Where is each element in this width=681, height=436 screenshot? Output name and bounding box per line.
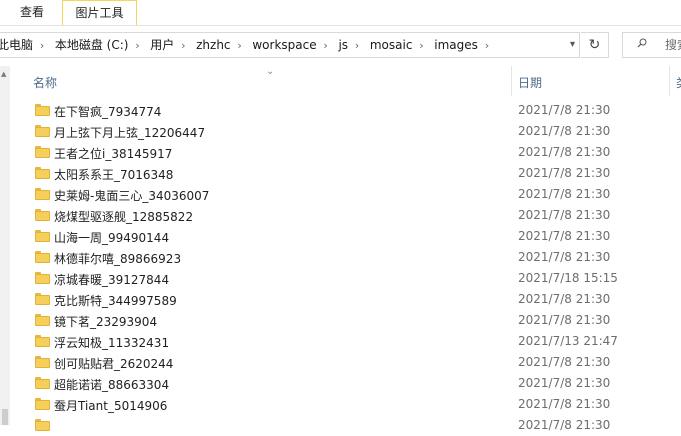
file-date: 2021/7/8 21:30 [518, 166, 611, 180]
file-row[interactable]: 2021/7/8 21:30 [0, 415, 681, 436]
breadcrumb-mosaic[interactable]: mosaic [368, 33, 415, 57]
folder-icon [35, 209, 50, 221]
tab-view[interactable]: 查看 [9, 0, 55, 25]
file-name: 月上弦下月上弦_12206447 [54, 126, 206, 140]
folder-icon [35, 251, 50, 263]
file-date: 2021/7/8 21:30 [518, 397, 611, 411]
file-date: 2021/7/13 21:47 [518, 334, 618, 348]
file-name: 镜下茗_23293904 [54, 315, 158, 329]
sort-caret-icon: ⌄ [266, 66, 275, 77]
address-row: 此电脑 › 本地磁盘 (C:) › 用户 › zhzhc › workspace › js… [0, 26, 681, 66]
file-row[interactable]: 蚕月Tiant_5014906 2021/7/8 21:30 [0, 394, 681, 415]
folder-icon [35, 293, 50, 305]
file-name: 在下智疯_7934774 [54, 105, 162, 119]
file-name: 超能诺诺_88663304 [54, 378, 170, 392]
file-date: 2021/7/18 15:15 [518, 271, 618, 285]
chevron-right-icon[interactable]: › [480, 34, 494, 58]
column-divider[interactable] [511, 66, 512, 96]
chevron-down-icon[interactable]: ▾ [570, 33, 575, 57]
search-icon [637, 38, 647, 48]
file-date: 2021/7/8 21:30 [518, 313, 611, 327]
file-date: 2021/7/8 21:30 [518, 250, 611, 264]
breadcrumb-users[interactable]: 用户 [148, 33, 176, 57]
file-row[interactable]: 烧煤型驱逐舰_12885822 2021/7/8 21:30 [0, 205, 681, 226]
file-date: 2021/7/8 21:30 [518, 229, 611, 243]
folder-icon [35, 230, 50, 242]
file-row[interactable]: 太阳系系王_7016348 2021/7/8 21:30 [0, 163, 681, 184]
chevron-right-icon[interactable]: › [233, 34, 247, 58]
folder-icon [35, 272, 50, 284]
file-date: 2021/7/8 21:30 [518, 418, 611, 432]
file-name: 山海一周_99490144 [54, 231, 170, 245]
breadcrumb-local-disk[interactable]: 本地磁盘 (C:) [53, 33, 131, 57]
file-date: 2021/7/8 21:30 [518, 355, 611, 369]
breadcrumb-workspace[interactable]: workspace [250, 33, 318, 57]
file-date: 2021/7/8 21:30 [518, 187, 611, 201]
file-name: 凉城春暖_39127844 [54, 273, 170, 287]
address-bar[interactable]: 此电脑 › 本地磁盘 (C:) › 用户 › zhzhc › workspace › js… [0, 32, 580, 58]
column-type-header[interactable]: 类 [676, 74, 681, 91]
folder-icon [35, 335, 50, 347]
folder-icon [35, 188, 50, 200]
refresh-icon[interactable]: ↻ [581, 32, 609, 58]
breadcrumb-this-pc[interactable]: 此电脑 [0, 33, 35, 57]
file-date: 2021/7/8 21:30 [518, 376, 611, 390]
file-date: 2021/7/8 21:30 [518, 145, 611, 159]
column-name-header[interactable]: 名称 [33, 74, 57, 91]
file-date: 2021/7/8 21:30 [518, 292, 611, 306]
file-row[interactable]: 在下智疯_7934774 2021/7/8 21:30 [0, 100, 681, 121]
folder-icon [35, 356, 50, 368]
folder-icon [35, 377, 50, 389]
file-name: 创可贴贴君_2620244 [54, 357, 174, 371]
chevron-right-icon[interactable]: › [319, 34, 333, 58]
file-row[interactable]: 史莱姆-鬼面三心_34036007 2021/7/8 21:30 [0, 184, 681, 205]
file-list: 在下智疯_7934774 2021/7/8 21:30 月上弦下月上弦_122064… [0, 100, 681, 436]
folder-icon [35, 125, 50, 137]
file-date: 2021/7/8 21:30 [518, 103, 611, 117]
file-row[interactable]: 克比斯特_344997589 2021/7/8 21:30 [0, 289, 681, 310]
file-row[interactable]: 林德菲尔嘻_89866923 2021/7/8 21:30 [0, 247, 681, 268]
file-name: 王者之位i_38145917 [54, 147, 173, 161]
chevron-right-icon[interactable]: › [35, 34, 49, 58]
file-row[interactable]: 凉城春暖_39127844 2021/7/18 15:15 [0, 268, 681, 289]
folder-icon [35, 398, 50, 410]
file-row[interactable]: 王者之位i_38145917 2021/7/8 21:30 [0, 142, 681, 163]
file-name: 克比斯特_344997589 [54, 294, 177, 308]
file-name: 史莱姆-鬼面三心_34036007 [54, 189, 210, 203]
file-row[interactable]: 山海一周_99490144 2021/7/8 21:30 [0, 226, 681, 247]
file-row[interactable]: 浮云知极_11332431 2021/7/13 21:47 [0, 331, 681, 352]
file-name: 烧煤型驱逐舰_12885822 [54, 210, 194, 224]
file-name: 蚕月Tiant_5014906 [54, 399, 168, 413]
column-header: ⌄ 名称 日期 类 [0, 66, 681, 96]
folder-icon [35, 104, 50, 116]
folder-icon [35, 146, 50, 158]
breadcrumb: 此电脑 › 本地磁盘 (C:) › 用户 › zhzhc › workspace › js… [0, 33, 494, 57]
breadcrumb-zhzhc[interactable]: zhzhc [194, 33, 232, 57]
file-date: 2021/7/8 21:30 [518, 124, 611, 138]
file-row[interactable]: 镜下茗_23293904 2021/7/8 21:30 [0, 310, 681, 331]
file-date: 2021/7/8 21:30 [518, 208, 611, 222]
ribbon-tabs: 查看 图片工具 [0, 0, 681, 26]
folder-icon [35, 419, 50, 431]
breadcrumb-images[interactable]: images [432, 33, 480, 57]
file-name: 林德菲尔嘻_89866923 [54, 252, 182, 266]
file-row[interactable]: 超能诺诺_88663304 2021/7/8 21:30 [0, 373, 681, 394]
folder-icon [35, 167, 50, 179]
chevron-right-icon[interactable]: › [414, 34, 428, 58]
scroll-up-icon[interactable]: ▲ [1, 70, 6, 78]
tab-picture-tools[interactable]: 图片工具 [62, 0, 137, 25]
column-date-header[interactable]: 日期 [518, 74, 542, 91]
file-name: 浮云知极_11332431 [54, 336, 170, 350]
column-divider[interactable] [669, 66, 670, 96]
chevron-right-icon[interactable]: › [176, 34, 190, 58]
chevron-right-icon[interactable]: › [350, 34, 364, 58]
search-placeholder: 搜索 [665, 38, 681, 52]
search-input[interactable]: 搜索 [622, 32, 681, 58]
chevron-right-icon[interactable]: › [130, 34, 144, 58]
file-row[interactable]: 月上弦下月上弦_12206447 2021/7/8 21:30 [0, 121, 681, 142]
folder-icon [35, 314, 50, 326]
breadcrumb-js[interactable]: js [336, 33, 350, 57]
file-name: 太阳系系王_7016348 [54, 168, 174, 182]
file-row[interactable]: 创可贴贴君_2620244 2021/7/8 21:30 [0, 352, 681, 373]
